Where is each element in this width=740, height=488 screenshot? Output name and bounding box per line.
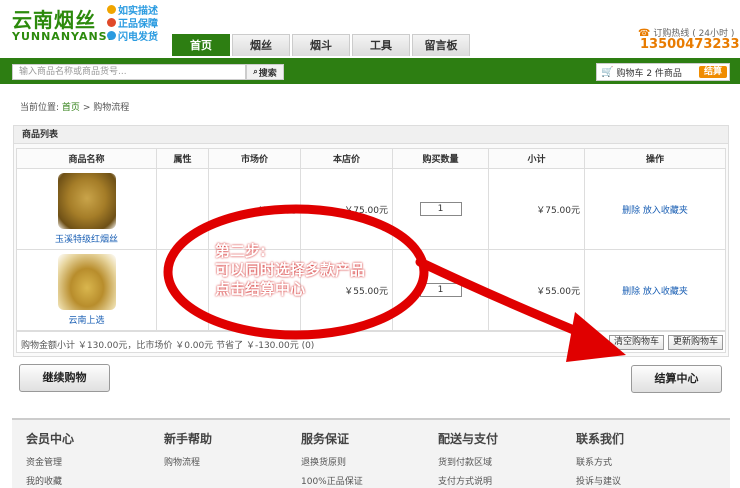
- annotation-line-1: 第二步:: [215, 242, 266, 260]
- footer-col-help: 新手帮助 购物流程: [164, 432, 213, 468]
- shop-price: ￥75.00元: [300, 168, 393, 250]
- subtotal: ￥55.00元: [488, 249, 585, 331]
- table-row: 玉溪特级红烟丝 ￥0.00元 ￥75.00元 1 ￥75.00元 删除 放入收藏…: [16, 168, 726, 250]
- col-price: 本店价: [300, 148, 393, 169]
- search-icon: ⌕: [253, 67, 258, 76]
- col-name: 商品名称: [16, 148, 157, 169]
- site-header: 云南烟丝 YUNNANYANSI 如实描述 正品保障 闪电发货 首页 烟丝 烟斗…: [0, 0, 740, 58]
- main-nav: 首页 烟丝 烟斗 工具 留言板: [172, 34, 472, 56]
- search-button[interactable]: ⌕ 搜索: [246, 64, 284, 80]
- nav-tab-pipe[interactable]: 烟斗: [292, 34, 350, 56]
- breadcrumb-current: 购物流程: [93, 103, 130, 113]
- quantity-input[interactable]: 1: [419, 283, 462, 297]
- footer-link[interactable]: 联系方式: [576, 455, 624, 468]
- checkout-center-button[interactable]: 结算中心: [631, 365, 722, 393]
- row-actions[interactable]: 删除 放入收藏夹: [584, 168, 726, 250]
- product-name-link[interactable]: 云南上选: [68, 313, 104, 326]
- logo-cn[interactable]: 云南烟丝: [12, 4, 96, 33]
- breadcrumb: 当前位置: 首页 > 购物流程: [20, 103, 130, 113]
- cart-summary: 购物金额小计 ￥130.00元，比市场价 ￥0.00元 节省了 ￥-130.00…: [16, 331, 726, 353]
- hotline-number: 13500473233: [640, 37, 740, 52]
- footer-link[interactable]: 100%正品保证: [301, 474, 363, 487]
- nav-tab-tools[interactable]: 工具: [352, 34, 410, 56]
- subtotal: ￥75.00元: [488, 168, 585, 250]
- product-image[interactable]: [57, 173, 116, 229]
- continue-shopping-button[interactable]: 继续购物: [19, 364, 110, 392]
- col-ops: 操作: [584, 148, 726, 169]
- footer-link[interactable]: 退换货原则: [301, 455, 363, 468]
- footer-link[interactable]: 我的收藏: [26, 474, 74, 487]
- footer-link[interactable]: 购物流程: [164, 455, 212, 468]
- nav-tab-guestbook[interactable]: 留言板: [412, 34, 470, 56]
- cart-count-text: 购物车 2 件商品: [616, 68, 682, 79]
- clear-cart-button[interactable]: 清空购物车: [609, 335, 665, 350]
- mini-cart[interactable]: 🛒 购物车 2 件商品 结算: [596, 63, 730, 81]
- slogans: 如实描述 正品保障 闪电发货: [107, 3, 169, 43]
- shield-icon: [107, 18, 116, 27]
- footer-col-delivery: 配送与支付 货到付款区域 支付方式说明: [438, 432, 499, 487]
- col-market: 市场价: [208, 148, 301, 169]
- footer-link[interactable]: 资金管理: [26, 455, 74, 468]
- update-cart-button[interactable]: 更新购物车: [668, 335, 724, 350]
- mini-checkout-button[interactable]: 结算: [699, 66, 727, 78]
- product-name-link[interactable]: 玉溪特级红烟丝: [55, 232, 118, 245]
- summary-text: 购物金额小计 ￥130.00元，比市场价 ￥0.00元 节省了 ￥-130.00…: [21, 341, 315, 351]
- footer-col-service: 服务保证 退换货原则 100%正品保证: [301, 432, 363, 487]
- annotation-line-2: 可以同时选择多款产品: [215, 261, 366, 279]
- nav-tab-home[interactable]: 首页: [172, 34, 230, 56]
- market-price: ￥0.00元: [208, 168, 301, 250]
- footer-link[interactable]: 支付方式说明: [438, 474, 498, 487]
- thumbs-up-icon: [107, 5, 116, 14]
- footer-link[interactable]: 投诉与建议: [576, 474, 624, 487]
- cart-icon: 🛒: [601, 66, 614, 78]
- site-footer: 会员中心 资金管理 我的收藏 新手帮助 购物流程 服务保证 退换货原则 100%…: [12, 420, 730, 488]
- cart-table: 商品名称 属性 市场价 本店价 购买数量 小计 操作 玉溪特级红烟丝 ￥0.00…: [16, 148, 726, 331]
- footer-link[interactable]: 货到付款区域: [438, 455, 498, 468]
- lightning-icon: [107, 31, 116, 40]
- logo-en[interactable]: YUNNANYANSI: [12, 30, 113, 43]
- list-title: 商品列表: [14, 126, 728, 144]
- col-subtotal: 小计: [488, 148, 585, 169]
- table-row: 云南上选 ￥55.00元 1 ￥55.00元 删除 放入收藏夹: [16, 249, 726, 331]
- row-actions[interactable]: 删除 放入收藏夹: [584, 249, 726, 331]
- nav-tab-tobacco[interactable]: 烟丝: [232, 34, 290, 56]
- col-attr: 属性: [156, 148, 209, 169]
- product-image[interactable]: [57, 254, 116, 310]
- footer-col-contact: 联系我们 联系方式 投诉与建议: [576, 432, 625, 487]
- col-qty: 购买数量: [392, 148, 489, 169]
- quantity-input[interactable]: 1: [419, 202, 462, 216]
- annotation-line-3: 点击结算中心: [215, 280, 306, 298]
- footer-col-member: 会员中心 资金管理 我的收藏: [26, 432, 75, 487]
- breadcrumb-home[interactable]: 首页: [62, 103, 80, 113]
- slogan-3: 闪电发货: [107, 29, 169, 43]
- search-input[interactable]: 输入商品名称或商品货号...: [12, 64, 246, 80]
- cart-list: 商品列表 商品名称 属性 市场价 本店价 购买数量 小计 操作 玉溪特级红烟丝 …: [13, 125, 729, 357]
